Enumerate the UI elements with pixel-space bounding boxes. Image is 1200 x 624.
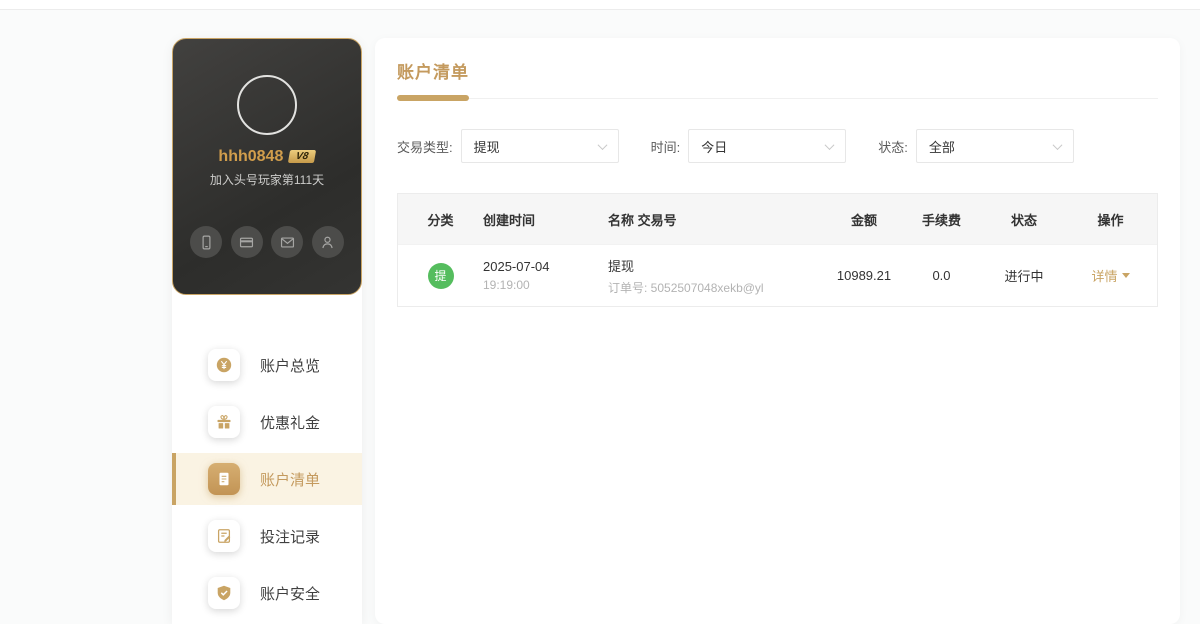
cell-created-time: 2025-07-04 19:19:00 xyxy=(483,259,598,292)
sidebar-item-promotions[interactable]: 优惠礼金 xyxy=(172,396,362,448)
page-title: 账户清单 xyxy=(397,63,469,82)
chevron-down-icon xyxy=(1052,139,1063,150)
title-underline xyxy=(397,95,469,101)
username: hhh0848 xyxy=(218,148,284,165)
withdraw-category-badge: 提 xyxy=(427,262,454,289)
col-header-name-txn: 名称 交易号 xyxy=(608,212,677,228)
sidebar-item-account-security[interactable]: 账户安全 xyxy=(172,567,362,619)
document-icon xyxy=(208,463,240,495)
col-header-fee: 手续费 xyxy=(921,212,961,228)
chevron-down-icon xyxy=(597,139,608,150)
col-header-created-time: 创建时间 xyxy=(483,212,536,228)
coin-icon xyxy=(208,349,240,381)
cell-category: 提 xyxy=(398,262,483,289)
time-select[interactable]: 今日 xyxy=(688,129,847,163)
vip-level-badge: V8 xyxy=(288,150,317,163)
avatar xyxy=(237,75,297,135)
table-header-row: 分类 创建时间 名称 交易号 金额 手续费 状态 操作 xyxy=(398,194,1157,244)
sidebar-item-label: 投注记录 xyxy=(260,528,321,546)
sidebar-item-label: 优惠礼金 xyxy=(260,414,321,432)
profile-card: hhh0848 V8 加入头号玩家第111天 xyxy=(172,38,362,295)
sidebar-item-label: 账户清单 xyxy=(260,471,321,489)
filter-bar: 交易类型: 提现 时间: 今日 状态: 全部 xyxy=(397,129,1158,163)
caret-down-icon xyxy=(1121,273,1130,278)
details-label: 详情 xyxy=(1091,269,1118,284)
cell-amount: 10989.21 xyxy=(836,268,892,283)
sidebar-item-label: 账户安全 xyxy=(260,585,321,603)
filter-time: 时间: 今日 xyxy=(651,129,847,163)
phone-icon[interactable] xyxy=(190,226,222,258)
transaction-type-select[interactable]: 提现 xyxy=(460,129,619,163)
gift-icon xyxy=(208,406,240,438)
selected-value: 全部 xyxy=(928,139,955,155)
sidebar-item-account-statement[interactable]: 账户清单 xyxy=(172,453,362,505)
main-panel: 账户清单 交易类型: 提现 时间: 今日 状态: 全部 分类 创建时间 名称 交… xyxy=(375,38,1180,624)
top-divider xyxy=(0,0,1200,10)
col-header-category: 分类 xyxy=(427,212,454,228)
sidebar-menu: 账户总览 优惠礼金 账户清单 投注记录 账户安全 xyxy=(172,339,362,619)
filter-status: 状态: 全部 xyxy=(878,129,1074,163)
col-header-status: 状态 xyxy=(1010,212,1037,228)
cell-action: 详情 xyxy=(1064,266,1157,285)
chevron-down-icon xyxy=(824,139,835,150)
sidebar-item-bet-records[interactable]: 投注记录 xyxy=(172,510,362,562)
notepad-icon xyxy=(208,520,240,552)
join-days-text: 加入头号玩家第111天 xyxy=(209,173,325,187)
filter-label: 交易类型: xyxy=(397,139,453,155)
cell-name-txn: 提现 订单号: 5052507048xekb@yl xyxy=(598,256,829,296)
cell-fee: 0.0 xyxy=(932,268,951,283)
txn-name: 提现 xyxy=(608,258,635,274)
user-name-row: hhh0848 V8 xyxy=(173,148,361,166)
col-header-action: 操作 xyxy=(1097,212,1124,228)
sidebar-item-account-overview[interactable]: 账户总览 xyxy=(172,339,362,391)
sidebar: hhh0848 V8 加入头号玩家第111天 账户总览 优惠礼金 账户清单 投注… xyxy=(172,38,362,624)
order-number: 订单号: 5052507048xekb@yl xyxy=(608,280,764,295)
transactions-table: 分类 创建时间 名称 交易号 金额 手续费 状态 操作 提 2025-07-04… xyxy=(397,193,1158,307)
sidebar-item-label: 账户总览 xyxy=(260,357,321,375)
shield-icon xyxy=(208,577,240,609)
status-select[interactable]: 全部 xyxy=(915,129,1074,163)
table-row: 提 2025-07-04 19:19:00 提现 订单号: 5052507048… xyxy=(398,244,1157,306)
bank-card-icon[interactable] xyxy=(230,226,263,258)
filter-label: 状态: xyxy=(878,139,908,155)
title-divider xyxy=(397,95,1158,101)
quick-actions xyxy=(173,226,361,258)
details-link[interactable]: 详情 xyxy=(1091,266,1130,285)
created-time: 19:19:00 xyxy=(483,278,530,292)
col-header-amount: 金额 xyxy=(850,212,877,228)
selected-value: 提现 xyxy=(473,139,500,155)
cell-status: 进行中 xyxy=(1004,269,1044,284)
filter-transaction-type: 交易类型: 提现 xyxy=(397,129,619,163)
created-date: 2025-07-04 xyxy=(483,259,550,274)
selected-value: 今日 xyxy=(701,139,728,155)
filter-label: 时间: xyxy=(650,139,681,155)
user-icon[interactable] xyxy=(311,226,344,258)
mail-icon[interactable] xyxy=(271,226,304,258)
